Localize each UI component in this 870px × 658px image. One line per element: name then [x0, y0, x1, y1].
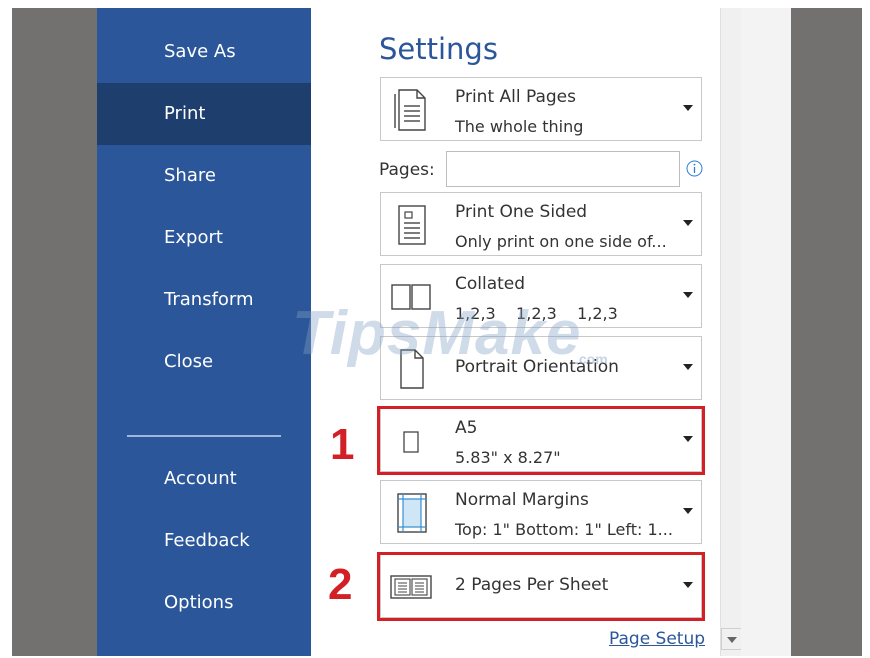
- scroll-down-button[interactable]: [721, 628, 743, 650]
- paper-size-icon: [389, 419, 433, 463]
- chevron-down-icon: [683, 105, 693, 111]
- chevron-down-icon: [683, 508, 693, 514]
- one-sided-page-icon: [389, 203, 433, 247]
- vertical-scrollbar[interactable]: [720, 8, 741, 656]
- chevron-down-icon: [683, 364, 693, 370]
- chevron-down-icon: [683, 220, 693, 226]
- portrait-page-icon: [389, 347, 433, 391]
- collation-label: Collated: [455, 274, 526, 294]
- nav-options[interactable]: Options: [97, 572, 311, 634]
- collation-description: 1,2,3 1,2,3 1,2,3: [455, 304, 618, 323]
- nav-transform[interactable]: Transform: [97, 269, 311, 331]
- paper-size-label: A5: [455, 418, 478, 438]
- print-sides-dropdown[interactable]: Print One Sided Only print on one side o…: [380, 192, 702, 256]
- print-range-dropdown[interactable]: Print All Pages The whole thing: [380, 77, 702, 141]
- print-range-description: The whole thing: [455, 117, 584, 136]
- document-pages-icon: [389, 88, 433, 132]
- chevron-down-icon: [683, 582, 693, 588]
- paper-size-dimensions: 5.83" x 8.27": [455, 448, 561, 467]
- chevron-down-icon: [683, 292, 693, 298]
- pages-per-sheet-dropdown[interactable]: 2 Pages Per Sheet: [380, 554, 702, 618]
- page-setup-link[interactable]: Page Setup: [609, 629, 705, 649]
- nav-export[interactable]: Export: [97, 207, 311, 269]
- nav-print[interactable]: Print: [97, 83, 311, 145]
- nav-close[interactable]: Close: [97, 331, 311, 393]
- print-sides-label: Print One Sided: [455, 202, 588, 222]
- print-range-label: Print All Pages: [455, 87, 577, 107]
- orientation-label: Portrait Orientation: [455, 357, 619, 377]
- pages-label: Pages:: [379, 160, 435, 180]
- orientation-dropdown[interactable]: Portrait Orientation: [380, 336, 702, 400]
- pages-per-sheet-label: 2 Pages Per Sheet: [455, 575, 609, 595]
- two-pages-per-sheet-icon: [389, 565, 433, 609]
- annotation-number-2: 2: [328, 560, 353, 609]
- chevron-down-icon: [727, 637, 737, 643]
- nav-feedback[interactable]: Feedback: [97, 510, 311, 572]
- nav-save-as[interactable]: Save As: [97, 21, 311, 83]
- annotation-number-1: 1: [330, 420, 355, 469]
- paper-size-dropdown[interactable]: A5 5.83" x 8.27": [380, 408, 702, 472]
- info-icon[interactable]: [686, 160, 703, 177]
- chevron-down-icon: [683, 436, 693, 442]
- print-settings-pane: Settings Print All Pages The whole thing…: [311, 8, 791, 656]
- backstage-sidebar: Save As Print Share Export Transform Clo…: [97, 8, 311, 656]
- backstage-window: Save As Print Share Export Transform Clo…: [12, 8, 862, 656]
- margins-description: Top: 1" Bottom: 1" Left: 1...: [455, 520, 673, 539]
- collated-pages-icon: [389, 275, 433, 319]
- nav-separator: [127, 435, 281, 437]
- collation-dropdown[interactable]: Collated 1,2,3 1,2,3 1,2,3: [380, 264, 702, 328]
- margins-dropdown[interactable]: Normal Margins Top: 1" Bottom: 1" Left: …: [380, 480, 702, 544]
- margins-icon: [389, 491, 433, 535]
- nav-account[interactable]: Account: [97, 448, 311, 510]
- print-preview-area: [741, 8, 791, 656]
- pages-input[interactable]: [446, 151, 680, 187]
- settings-title: Settings: [379, 32, 498, 66]
- margins-label: Normal Margins: [455, 490, 589, 510]
- print-sides-description: Only print on one side of...: [455, 232, 667, 251]
- nav-share[interactable]: Share: [97, 145, 311, 207]
